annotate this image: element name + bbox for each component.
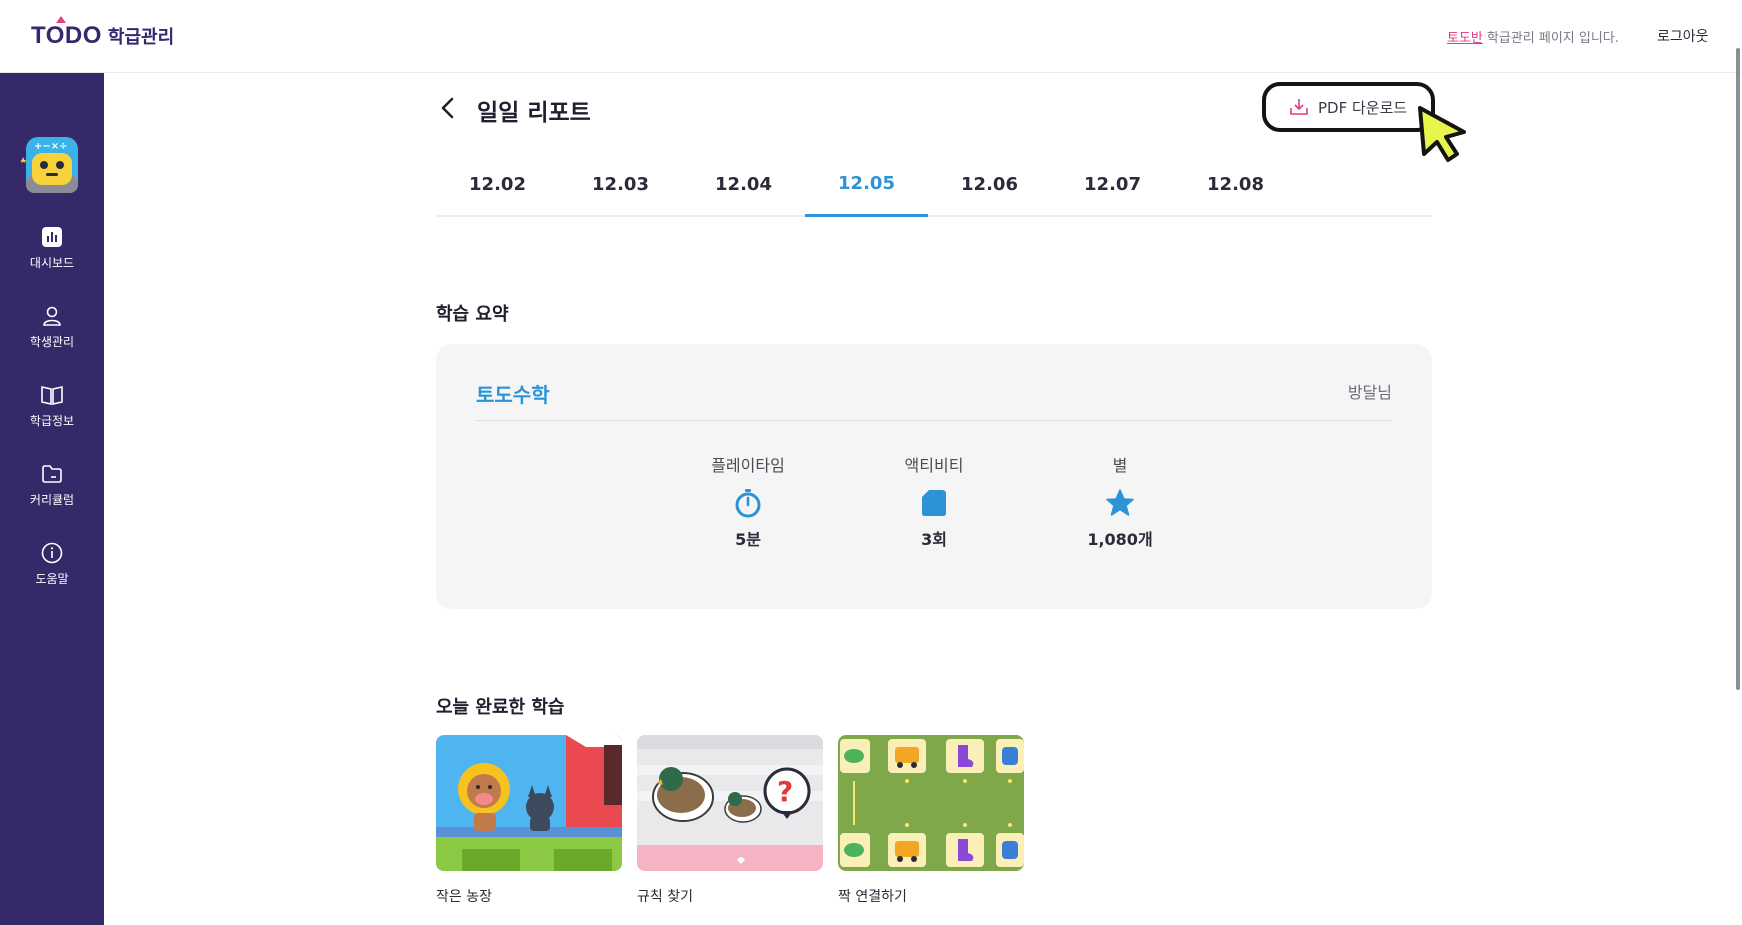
sidebar-item-label: 학급정보 (29, 414, 75, 428)
class-name-link[interactable]: 토도반 (1447, 31, 1483, 46)
stat-value: 3회 (921, 530, 947, 549)
tab-12-06[interactable]: 12.06 (928, 168, 1051, 217)
stat-label: 플레이타임 (711, 456, 785, 475)
sidebar-item-label: 대시보드 (29, 256, 75, 270)
logout-button[interactable]: 로그아웃 (1657, 26, 1709, 46)
class-notice: 토도반 학급관리 페이지 입니다. (1447, 27, 1619, 46)
person-icon (43, 306, 61, 326)
scrollbar-thumb[interactable] (1736, 48, 1740, 690)
app-logo[interactable]: TODO 학급관리 (31, 16, 175, 50)
teacher-name: 방달님 (1347, 383, 1392, 402)
back-arrow-icon[interactable] (436, 94, 460, 122)
logo-wordmark: TODO (31, 16, 102, 50)
sidebar-item-dashboard[interactable]: 대시보드 (0, 226, 104, 271)
download-icon (1290, 99, 1308, 115)
pointer-cursor-icon (1418, 106, 1466, 162)
pdf-download-button[interactable]: PDF 다운로드 (1262, 82, 1435, 132)
summary-section-title: 학습 요약 (436, 304, 509, 325)
stat-stars: 별 1,080개 (1050, 452, 1190, 550)
activity-caption: 짝 연결하기 (838, 889, 907, 905)
tab-12-07[interactable]: 12.07 (1051, 168, 1174, 217)
duck-pattern-thumbnail: ? (637, 735, 823, 871)
svg-text:?: ? (777, 775, 793, 808)
subject-name: 토도수학 (476, 383, 550, 407)
book-icon (41, 386, 63, 405)
tab-12-08[interactable]: 12.08 (1174, 168, 1297, 217)
sidebar-item-class-info[interactable]: 학급정보 (0, 384, 104, 429)
sidebar-item-label: 도움말 (35, 572, 69, 586)
document-icon (922, 490, 946, 516)
completed-section-title: 오늘 완료한 학습 (436, 697, 565, 718)
top-header: TODO 학급관리 토도반 학급관리 페이지 입니다. 로그아웃 (0, 0, 1742, 73)
activity-caption: 작은 농장 (436, 889, 492, 905)
stat-value: 1,080개 (1087, 530, 1153, 549)
bar-chart-icon (42, 227, 62, 247)
timer-icon (735, 489, 761, 518)
tab-12-04[interactable]: 12.04 (682, 168, 805, 217)
logo-subtitle: 학급관리 (107, 27, 175, 48)
sidebar-item-curriculum[interactable]: 커리큘럼 (0, 463, 104, 508)
tab-12-03[interactable]: 12.03 (559, 168, 682, 217)
sidebar-item-students[interactable]: 학생관리 (0, 305, 104, 350)
folder-icon (42, 465, 62, 483)
page-title: 일일 리포트 (477, 100, 591, 126)
matching-cards-thumbnail (838, 735, 1024, 871)
activity-card-farm[interactable] (436, 735, 622, 871)
stat-label: 액티비티 (904, 456, 964, 475)
activity-card-pattern[interactable]: ? (637, 735, 823, 871)
stat-activity: 액티비티 3회 (864, 452, 1004, 550)
summary-card: 토도수학 방달님 플레이타임 5분 액티비티 3회 별 1,080개 (436, 344, 1432, 609)
sidebar-item-label: 학생관리 (29, 335, 75, 349)
sidebar-item-help[interactable]: 도움말 (0, 542, 104, 587)
stat-value: 5분 (735, 530, 761, 549)
star-icon (1106, 489, 1134, 516)
activity-card-matching[interactable] (838, 735, 1024, 871)
date-tabs: 12.02 12.03 12.04 12.05 12.06 12.07 12.0… (436, 168, 1432, 217)
sidebar: +−×÷ 대시보드 학생관리 학급정보 커리큘럼 도움말 (0, 73, 104, 925)
mascot-avatar-icon[interactable]: +−×÷ (20, 135, 84, 197)
activity-caption: 규칙 찾기 (637, 889, 693, 905)
stat-playtime: 플레이타임 5분 (678, 452, 818, 550)
stat-label: 별 (1112, 456, 1128, 475)
logo-accent-icon (56, 16, 66, 23)
class-notice-text: 학급관리 페이지 입니다. (1486, 31, 1619, 46)
farm-animals-thumbnail (436, 735, 622, 871)
pdf-download-label: PDF 다운로드 (1318, 98, 1408, 117)
tab-12-02[interactable]: 12.02 (436, 168, 559, 217)
svg-text:+−×÷: +−×÷ (34, 141, 68, 152)
tab-12-05[interactable]: 12.05 (805, 168, 928, 217)
info-icon (41, 542, 63, 564)
sidebar-item-label: 커리큘럼 (29, 493, 75, 507)
card-divider (476, 420, 1392, 421)
